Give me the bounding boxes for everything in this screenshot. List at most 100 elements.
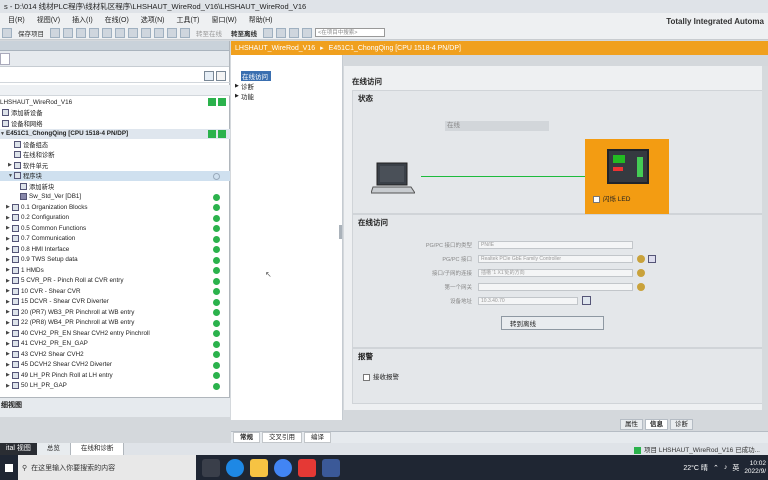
project-search-input[interactable]: <在项目中搜索> [315, 28, 385, 37]
cut-icon[interactable] [63, 27, 73, 38]
tab-diagnostics[interactable]: 诊断 [670, 419, 693, 430]
tree-item-folder[interactable]: ▶ 0.5 Common Functions [0, 223, 230, 234]
tree-item-block[interactable]: Sw_Std_Ver [DB1] [0, 192, 230, 203]
edge-icon[interactable] [226, 458, 244, 477]
tab-cross-references[interactable]: 交叉引用 [262, 432, 302, 443]
menu-item-view[interactable]: 视图(V) [31, 15, 66, 25]
cross-reference-icon[interactable] [276, 27, 286, 38]
menu-item-insert[interactable]: 插入(I) [66, 15, 99, 25]
tree-item-folder[interactable]: ▶ 0.7 Communication [0, 234, 230, 245]
splitter-handle[interactable] [339, 225, 342, 239]
receive-alarms-checkbox-box[interactable] [363, 373, 370, 381]
config-icon[interactable] [637, 254, 645, 263]
menu-item-options[interactable]: 选项(N) [135, 15, 171, 25]
upload-icon[interactable] [167, 27, 177, 38]
taskbar-search-input[interactable]: ⚲ 在这里输入你要搜索的内容 [18, 455, 196, 480]
subnet-connection-select[interactable]: 插槽 '1 X1'处的方向 [478, 268, 633, 277]
input-language[interactable]: 英 [732, 463, 739, 473]
tree-item-device-config[interactable]: 设备组态 [0, 139, 230, 150]
go-offline-button-panel[interactable]: 转到离线 [501, 316, 604, 330]
network-icon[interactable]: ⌃ [713, 464, 719, 472]
nav-item-functions[interactable]: ▶ 功能 [231, 91, 342, 101]
tab-properties[interactable]: 属性 [620, 419, 643, 430]
tab-info[interactable]: 信息 [645, 419, 668, 430]
menu-item-project[interactable]: 目(R) [2, 15, 31, 25]
tree-item-software-units[interactable]: ▶ 软件单元 [0, 160, 230, 171]
menu-item-tools[interactable]: 工具(T) [171, 15, 206, 25]
tree-item-plc-device[interactable]: ▼ E451C1_ChongQing [CPU 1518-4 PN/DP] [0, 128, 230, 139]
compile-icon[interactable] [141, 27, 151, 38]
config-icon[interactable] [637, 268, 645, 277]
pgpc-interface-type-select[interactable]: PN/IE [478, 240, 633, 249]
app-icon[interactable] [298, 458, 316, 477]
breadcrumb-device[interactable]: E451C1_ChongQing [CPU 1518-4 PN/DP] [329, 45, 461, 52]
nav-item-online-access[interactable]: 在线访问 [241, 71, 271, 81]
tree-item-folder[interactable]: ▶ 0.8 HMI Interface [0, 244, 230, 255]
nav-item-diagnostics[interactable]: ▶ 诊断 [231, 81, 342, 91]
tree-item-folder[interactable]: ▶ 0.1 Organization Blocks [0, 202, 230, 213]
portal-view-button[interactable]: ital 视图 [0, 443, 37, 455]
breadcrumb-project[interactable]: LHSHAUT_WireRod_V16 [235, 45, 315, 52]
tab-compile[interactable]: 编译 [304, 432, 331, 443]
tree-item-folder[interactable]: ▶ 22 (PR8) WB4_PR Pinchroll at WB entry [0, 318, 230, 329]
tree-item-folder[interactable]: ▶ 49 LH_PR Pinch Roll at LH entry [0, 370, 230, 381]
windows-start-icon[interactable] [0, 455, 18, 480]
save-icon[interactable] [2, 27, 12, 38]
tree-item-add-device[interactable]: 添加新设备 [0, 108, 230, 119]
tab-general[interactable]: 常规 [233, 432, 260, 443]
weather-text[interactable]: 22°C 晴 [683, 463, 708, 473]
undo-icon[interactable] [115, 27, 125, 38]
tree-item-folder[interactable]: ▶ 43 CVH2 Shear CVH2 [0, 349, 230, 360]
window-split-icon[interactable] [302, 27, 312, 38]
tia-portal-icon[interactable] [322, 458, 340, 477]
accessible-devices-icon[interactable] [263, 27, 273, 38]
tree-item-folder[interactable]: ▶ 5 CVR_PR - Pinch Roll at CVR entry [0, 276, 230, 287]
menu-item-online[interactable]: 在线(O) [99, 15, 135, 25]
expand-arrow-icon[interactable]: ▶ [235, 83, 239, 89]
flash-led-checkbox-box[interactable] [593, 195, 600, 203]
chrome-icon[interactable] [274, 458, 292, 477]
clock[interactable]: 10:02 2022/9/ [744, 460, 766, 476]
config-icon[interactable] [637, 282, 645, 291]
expand-arrow-icon[interactable]: ▶ [235, 93, 239, 99]
print-icon[interactable] [50, 27, 60, 38]
tree-item-folder[interactable]: ▶ 20 (PR7) WB3_PR Pinchroll at WB entry [0, 307, 230, 318]
download-icon[interactable] [154, 27, 164, 38]
split-editor-icon[interactable] [289, 27, 299, 38]
task-view-icon[interactable] [202, 458, 220, 477]
receive-alarms-checkbox[interactable]: 接收报警 [363, 371, 399, 381]
tree-item-folder[interactable]: ▶ 45 DCVH2 Shear CVH2 Diverter [0, 360, 230, 371]
redo-icon[interactable] [128, 27, 138, 38]
devices-tab[interactable] [0, 53, 10, 65]
properties-icon[interactable] [216, 71, 226, 81]
tree-item-online-diagnostics[interactable]: 在线和诊断 [0, 150, 230, 161]
simulation-icon[interactable] [180, 27, 190, 38]
tree-item-add-block[interactable]: 添加新块 [0, 181, 230, 192]
content-scrollbar[interactable] [762, 66, 768, 410]
tree-item-folder[interactable]: ▶ 0.9 TWS Setup data [0, 255, 230, 266]
tree-item-folder[interactable]: ▶ 1 HMDs [0, 265, 230, 276]
grid-view-icon[interactable] [204, 71, 214, 81]
tree-item-project-root[interactable]: LHSHAUT_WireRod_V16 [0, 97, 230, 108]
go-online-button[interactable]: 转至在线 [193, 28, 225, 38]
tree-item-devices-networks[interactable]: 设备和网络 [0, 118, 230, 129]
save-project-button[interactable]: 保存项目 [15, 28, 47, 38]
tree-item-folder[interactable]: ▶ 0.2 Configuration [0, 213, 230, 224]
search-device-icon[interactable] [648, 254, 656, 263]
address-lookup-icon[interactable] [582, 296, 591, 305]
portal-tab-online-diagnostics[interactable]: 在线和诊断 [70, 443, 125, 455]
volume-icon[interactable]: ♪ [724, 464, 728, 471]
tree-item-folder[interactable]: ▶ 10 CVR - Shear CVR [0, 286, 230, 297]
first-gateway-select[interactable] [478, 282, 633, 291]
tree-item-folder[interactable]: ▶ 40 CVH2_PR_EN Shear CVH2 entry Pinchro… [0, 328, 230, 339]
menu-item-window[interactable]: 窗口(W) [205, 15, 242, 25]
copy-icon[interactable] [76, 27, 86, 38]
go-offline-button[interactable]: 转至离线 [228, 28, 260, 38]
pgpc-interface-select[interactable]: Realtek PCIe GbE Family Controller [478, 254, 633, 263]
menu-item-help[interactable]: 帮助(H) [243, 15, 279, 25]
tree-item-program-blocks[interactable]: ▼ 程序块 [0, 170, 230, 181]
device-address-field[interactable]: 10.3.40.70 [478, 296, 578, 305]
tree-item-folder[interactable]: ▶ 41 CVH2_PR_EN_GAP [0, 339, 230, 350]
flash-led-checkbox[interactable]: 闪烁 LED [593, 193, 630, 203]
delete-icon[interactable] [102, 27, 112, 38]
